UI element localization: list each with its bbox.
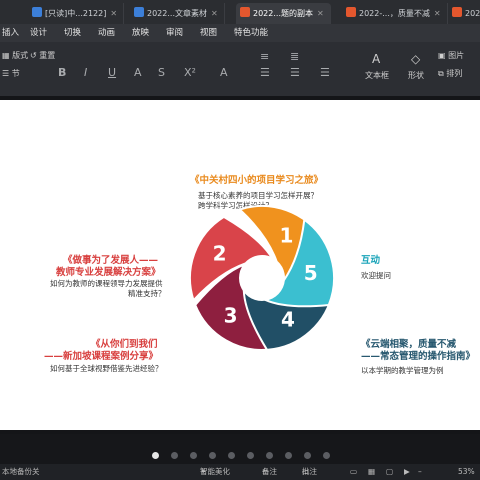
menu-bar: 插入 设计 切换 动画 放映 审阅 视图 特色功能 bbox=[0, 24, 480, 42]
reset-icon: ↺ bbox=[30, 51, 40, 60]
highlight-icon[interactable]: A bbox=[220, 66, 228, 79]
tab-label: 2022...文章素材 bbox=[147, 9, 207, 18]
picture-icon: ▣ bbox=[438, 51, 449, 60]
zoom-level[interactable]: 53% bbox=[458, 464, 475, 480]
close-tab-icon[interactable]: ✕ bbox=[110, 9, 117, 18]
pinwheel-number-3: 3 bbox=[224, 304, 238, 328]
align-right-icon[interactable]: ☰ bbox=[320, 66, 330, 79]
menu-animation[interactable]: 动画 bbox=[98, 24, 115, 42]
italic-icon[interactable]: I bbox=[84, 66, 87, 79]
zoom-out-icon[interactable]: – bbox=[418, 464, 422, 480]
pinwheel-number-1: 1 bbox=[280, 224, 294, 248]
shape-button[interactable]: 形状 bbox=[408, 70, 424, 81]
picture-button[interactable]: ▣ 图片 bbox=[438, 50, 464, 61]
slide-dot-10[interactable] bbox=[323, 452, 330, 459]
menu-slideshow[interactable]: 放映 bbox=[132, 24, 149, 42]
slide-dot-2[interactable] bbox=[171, 452, 178, 459]
shape-icon[interactable]: ◇ bbox=[411, 52, 420, 66]
numbered-list-icon[interactable]: ≣ bbox=[290, 50, 299, 63]
slide-dot-1[interactable] bbox=[152, 452, 159, 459]
slide-dot-5[interactable] bbox=[228, 452, 235, 459]
tab-bar: [只读]中...2122] ✕ 2022...文章素材 ✕ 2022...题的副本 ✕… bbox=[0, 0, 480, 24]
slide-dot-6[interactable] bbox=[247, 452, 254, 459]
document-icon bbox=[32, 7, 42, 17]
section-icon: ☰ bbox=[2, 69, 12, 78]
align-left-icon[interactable]: ☰ bbox=[260, 66, 270, 79]
slide[interactable]: 《中关村四小的项目学习之旅》 基于核心素养的项目学习怎样开展？ 跨学科学习怎样设… bbox=[0, 100, 480, 430]
close-tab-icon[interactable]: ✕ bbox=[434, 9, 441, 18]
close-tab-icon[interactable]: ✕ bbox=[211, 9, 218, 18]
tab-label: 2022 bbox=[465, 9, 480, 18]
presentation-icon bbox=[452, 7, 462, 17]
menu-insert[interactable]: 插入 bbox=[2, 24, 19, 42]
textbox-icon[interactable]: A bbox=[372, 52, 380, 66]
status-bar: 本地备份关 ✦ 智能美化 ≡ 备注 ▭ 批注 ▭ ▦ ▢ ▶ – 53% bbox=[0, 464, 480, 480]
slide-dot-7[interactable] bbox=[266, 452, 273, 459]
slide-dot-4[interactable] bbox=[209, 452, 216, 459]
subscript-icon[interactable]: X² bbox=[184, 66, 196, 79]
slide-dot-8[interactable] bbox=[285, 452, 292, 459]
strikethrough-icon[interactable]: S bbox=[158, 66, 165, 79]
slide-dot-9[interactable] bbox=[304, 452, 311, 459]
pinwheel-number-2: 2 bbox=[213, 242, 227, 266]
tab-label: 2022...题的副本 bbox=[253, 9, 313, 18]
reading-view-icon[interactable]: ▢ bbox=[386, 464, 393, 480]
document-icon bbox=[134, 7, 144, 17]
tab-label: 2022-...，质量不减 bbox=[359, 9, 430, 18]
ribbon-toolbar: ▦ 版式 ☰ 节 ↺ 重置 B I U A S X² A ≡ ≣ ☰ ☰ ☰ A… bbox=[0, 42, 480, 96]
bullet-list-icon[interactable]: ≡ bbox=[260, 50, 269, 63]
arrange-button[interactable]: ⧉ 排列 bbox=[438, 68, 462, 79]
bold-icon[interactable]: B bbox=[58, 66, 66, 79]
section-button[interactable]: ☰ 节 bbox=[2, 68, 20, 79]
textbox-button[interactable]: 文本框 bbox=[365, 70, 389, 81]
menu-special-features[interactable]: 特色功能 bbox=[234, 24, 268, 42]
normal-view-icon[interactable]: ▭ bbox=[350, 464, 357, 480]
document-tab-5[interactable]: 2022 bbox=[448, 3, 480, 24]
slide-canvas: 《中关村四小的项目学习之旅》 基于核心素养的项目学习怎样开展？ 跨学科学习怎样设… bbox=[0, 96, 480, 434]
menu-transitions[interactable]: 切换 bbox=[64, 24, 81, 42]
backup-status[interactable]: 本地备份关 bbox=[2, 464, 40, 480]
menu-review[interactable]: 审阅 bbox=[166, 24, 183, 42]
reset-button[interactable]: ↺ 重置 bbox=[30, 50, 55, 61]
slide-dot-3[interactable] bbox=[190, 452, 197, 459]
tab-label: [只读]中...2122] bbox=[45, 9, 107, 18]
underline-icon[interactable]: U bbox=[108, 66, 116, 79]
layout-button[interactable]: ▦ 版式 bbox=[2, 50, 28, 61]
align-center-icon[interactable]: ☰ bbox=[290, 66, 300, 79]
pinwheel-number-5: 5 bbox=[304, 261, 318, 285]
cycle-pinwheel-diagram: 1 2 3 45 bbox=[189, 205, 335, 351]
document-tab-1[interactable]: [只读]中...2122] ✕ bbox=[28, 3, 125, 24]
menu-design[interactable]: 设计 bbox=[30, 24, 47, 42]
menu-view[interactable]: 视图 bbox=[200, 24, 217, 42]
play-icon[interactable]: ▶ bbox=[404, 464, 410, 480]
document-tab-4[interactable]: 2022-...，质量不减 ✕ bbox=[342, 3, 448, 24]
document-tab-3[interactable]: 2022...题的副本 ✕ bbox=[236, 3, 331, 24]
pinwheel-number-4: 4 bbox=[281, 308, 295, 332]
close-tab-icon[interactable]: ✕ bbox=[317, 9, 324, 18]
presentation-icon bbox=[240, 7, 250, 17]
font-color-icon[interactable]: A bbox=[134, 66, 142, 79]
presentation-icon bbox=[346, 7, 356, 17]
document-tab-2[interactable]: 2022...文章素材 ✕ bbox=[130, 3, 225, 24]
grid-view-icon[interactable]: ▦ bbox=[368, 464, 375, 480]
layout-icon: ▦ bbox=[2, 51, 13, 60]
